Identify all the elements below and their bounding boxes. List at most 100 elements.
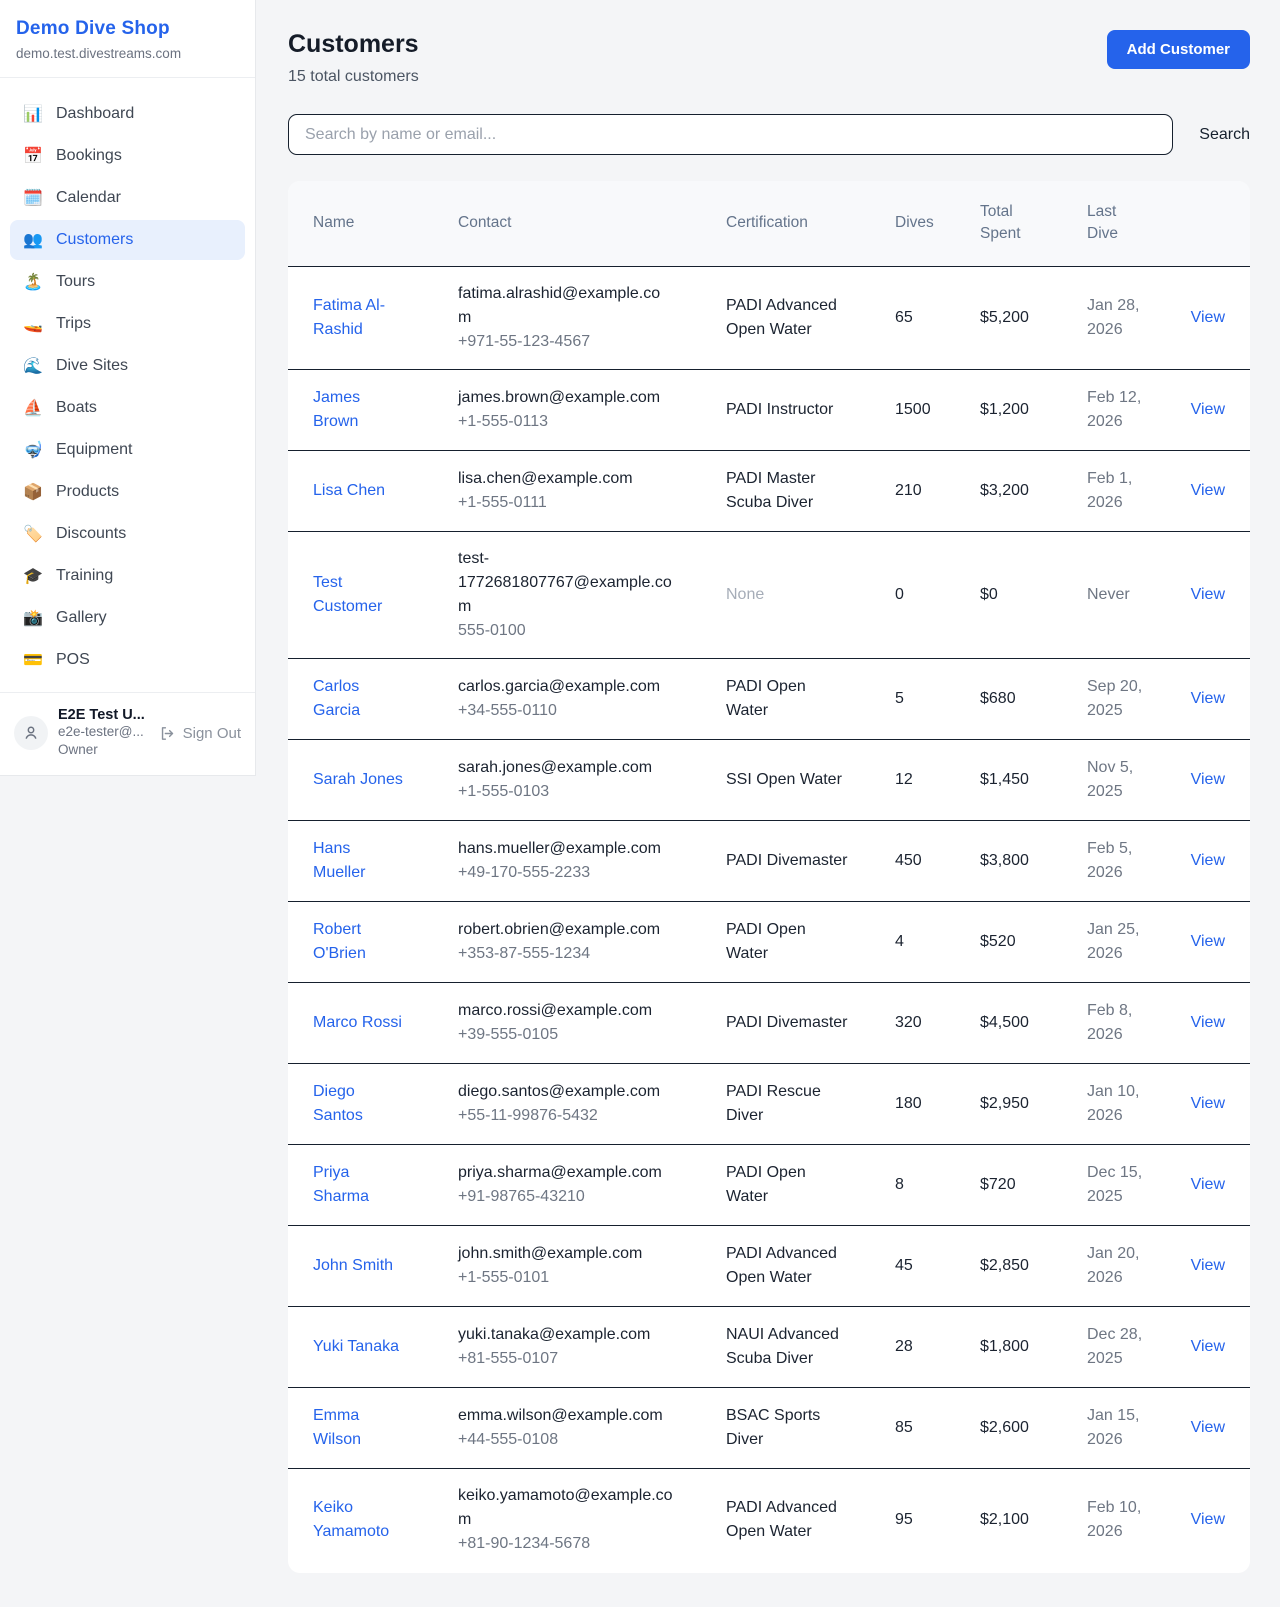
customer-name-link[interactable]: Emma Wilson — [313, 1404, 405, 1452]
tag-icon: 🏷️ — [23, 524, 43, 544]
customer-phone: +81-555-0107 — [458, 1347, 673, 1371]
view-link[interactable]: View — [1191, 1338, 1225, 1355]
view-link[interactable]: View — [1191, 1176, 1225, 1193]
view-link[interactable]: View — [1191, 690, 1225, 707]
table-row: John Smith john.smith@example.com +1-555… — [288, 1226, 1250, 1307]
package-icon: 📦 — [23, 482, 43, 502]
customer-name-link[interactable]: Carlos Garcia — [313, 675, 405, 723]
sidebar-item-dive-sites[interactable]: 🌊 Dive Sites — [10, 346, 245, 386]
customer-phone: +55-11-99876-5432 — [458, 1104, 673, 1128]
customer-email: diego.santos@example.com — [458, 1080, 673, 1104]
sidebar-item-label: Trips — [56, 315, 91, 333]
view-link[interactable]: View — [1191, 1511, 1225, 1528]
customer-phone: +39-555-0105 — [458, 1023, 673, 1047]
view-link[interactable]: View — [1191, 1095, 1225, 1112]
view-link[interactable]: View — [1191, 771, 1225, 788]
search-input[interactable] — [288, 114, 1173, 155]
customers-table: Name Contact Certification Dives Total S… — [288, 181, 1250, 1573]
customer-total-spent: $5,200 — [980, 306, 1087, 330]
search-button[interactable]: Search — [1173, 126, 1250, 144]
add-customer-button[interactable]: Add Customer — [1107, 30, 1250, 69]
people-icon: 👥 — [23, 230, 43, 250]
customer-total-spent: $2,600 — [980, 1416, 1087, 1440]
sidebar-item-customers[interactable]: 👥 Customers — [10, 220, 245, 260]
customer-name-link[interactable]: Lisa Chen — [313, 479, 385, 503]
customer-total-spent: $2,950 — [980, 1092, 1087, 1116]
sidebar-item-equipment[interactable]: 🤿 Equipment — [10, 430, 245, 470]
view-link[interactable]: View — [1191, 1257, 1225, 1274]
sign-out-label: Sign Out — [183, 725, 241, 742]
customer-name-link[interactable]: Fatima Al-Rashid — [313, 294, 405, 342]
view-link[interactable]: View — [1191, 586, 1225, 603]
customer-last-dive: Dec 28, 2025 — [1087, 1323, 1151, 1371]
customer-email: fatima.alrashid@example.com — [458, 282, 673, 330]
customer-name-link[interactable]: Hans Mueller — [313, 837, 405, 885]
view-link[interactable]: View — [1191, 1419, 1225, 1436]
customer-dives: 450 — [895, 849, 980, 873]
customer-email: emma.wilson@example.com — [458, 1404, 673, 1428]
customer-name-link[interactable]: James Brown — [313, 386, 405, 434]
customer-name-link[interactable]: Diego Santos — [313, 1080, 405, 1128]
sidebar-item-gallery[interactable]: 📸 Gallery — [10, 598, 245, 638]
table-row: Lisa Chen lisa.chen@example.com +1-555-0… — [288, 451, 1250, 532]
table-header-row: Name Contact Certification Dives Total S… — [288, 181, 1250, 267]
shop-name: Demo Dive Shop — [16, 18, 239, 40]
customer-last-dive: Never — [1087, 583, 1151, 607]
customer-dives: 210 — [895, 479, 980, 503]
customer-name-link[interactable]: Marco Rossi — [313, 1011, 402, 1035]
customer-certification: PADI Open Water — [726, 675, 850, 723]
sidebar-item-pos[interactable]: 💳 POS — [10, 640, 245, 680]
sidebar-item-training[interactable]: 🎓 Training — [10, 556, 245, 596]
sidebar-item-bookings[interactable]: 📅 Bookings — [10, 136, 245, 176]
customer-certification: PADI Master Scuba Diver — [726, 467, 850, 515]
customer-name-link[interactable]: Keiko Yamamoto — [313, 1496, 405, 1544]
view-link[interactable]: View — [1191, 482, 1225, 499]
view-link[interactable]: View — [1191, 401, 1225, 418]
table-row: Sarah Jones sarah.jones@example.com +1-5… — [288, 740, 1250, 821]
customer-total-spent: $4,500 — [980, 1011, 1087, 1035]
sign-out-button[interactable]: Sign Out — [159, 725, 241, 742]
customer-email: hans.mueller@example.com — [458, 837, 673, 861]
page-header: Customers 15 total customers Add Custome… — [288, 30, 1250, 86]
brand-block: Demo Dive Shop demo.test.divestreams.com — [0, 0, 255, 78]
calendar-date-icon: 📅 — [23, 146, 43, 166]
customer-name-link[interactable]: Yuki Tanaka — [313, 1335, 399, 1359]
customer-last-dive: Jan 20, 2026 — [1087, 1242, 1151, 1290]
sidebar-item-boats[interactable]: ⛵ Boats — [10, 388, 245, 428]
customer-total-spent: $1,200 — [980, 398, 1087, 422]
customer-total-spent: $520 — [980, 930, 1087, 954]
table-row: Robert O'Brien robert.obrien@example.com… — [288, 902, 1250, 983]
sidebar-item-dashboard[interactable]: 📊 Dashboard — [10, 94, 245, 134]
view-link[interactable]: View — [1191, 1014, 1225, 1031]
island-icon: 🏝️ — [23, 272, 43, 292]
customer-name-link[interactable]: Sarah Jones — [313, 768, 403, 792]
view-link[interactable]: View — [1191, 933, 1225, 950]
sidebar-item-discounts[interactable]: 🏷️ Discounts — [10, 514, 245, 554]
sidebar-item-label: Bookings — [56, 147, 122, 165]
sidebar-item-products[interactable]: 📦 Products — [10, 472, 245, 512]
customer-name-link[interactable]: Priya Sharma — [313, 1161, 405, 1209]
customer-dives: 28 — [895, 1335, 980, 1359]
sidebar-item-trips[interactable]: 🚤 Trips — [10, 304, 245, 344]
customer-name-link[interactable]: John Smith — [313, 1254, 393, 1278]
customer-name-link[interactable]: Robert O'Brien — [313, 918, 405, 966]
view-link[interactable]: View — [1191, 852, 1225, 869]
customer-name-link[interactable]: Test Customer — [313, 571, 405, 619]
customer-last-dive: Dec 15, 2025 — [1087, 1161, 1151, 1209]
customer-dives: 8 — [895, 1173, 980, 1197]
sidebar-item-calendar[interactable]: 🗓️ Calendar — [10, 178, 245, 218]
customer-last-dive: Feb 1, 2026 — [1087, 467, 1151, 515]
customer-total-spent: $3,200 — [980, 479, 1087, 503]
table-row: James Brown james.brown@example.com +1-5… — [288, 370, 1250, 451]
customer-last-dive: Feb 10, 2026 — [1087, 1496, 1151, 1544]
view-link[interactable]: View — [1191, 309, 1225, 326]
sidebar-item-label: Training — [56, 567, 113, 585]
sidebar-item-tours[interactable]: 🏝️ Tours — [10, 262, 245, 302]
customer-phone: +1-555-0113 — [458, 410, 673, 434]
credit-card-icon: 💳 — [23, 650, 43, 670]
customer-certification: PADI Advanced Open Water — [726, 1496, 850, 1544]
user-icon — [22, 724, 40, 742]
customer-phone: +1-555-0103 — [458, 780, 673, 804]
graduation-cap-icon: 🎓 — [23, 566, 43, 586]
customer-last-dive: Jan 10, 2026 — [1087, 1080, 1151, 1128]
